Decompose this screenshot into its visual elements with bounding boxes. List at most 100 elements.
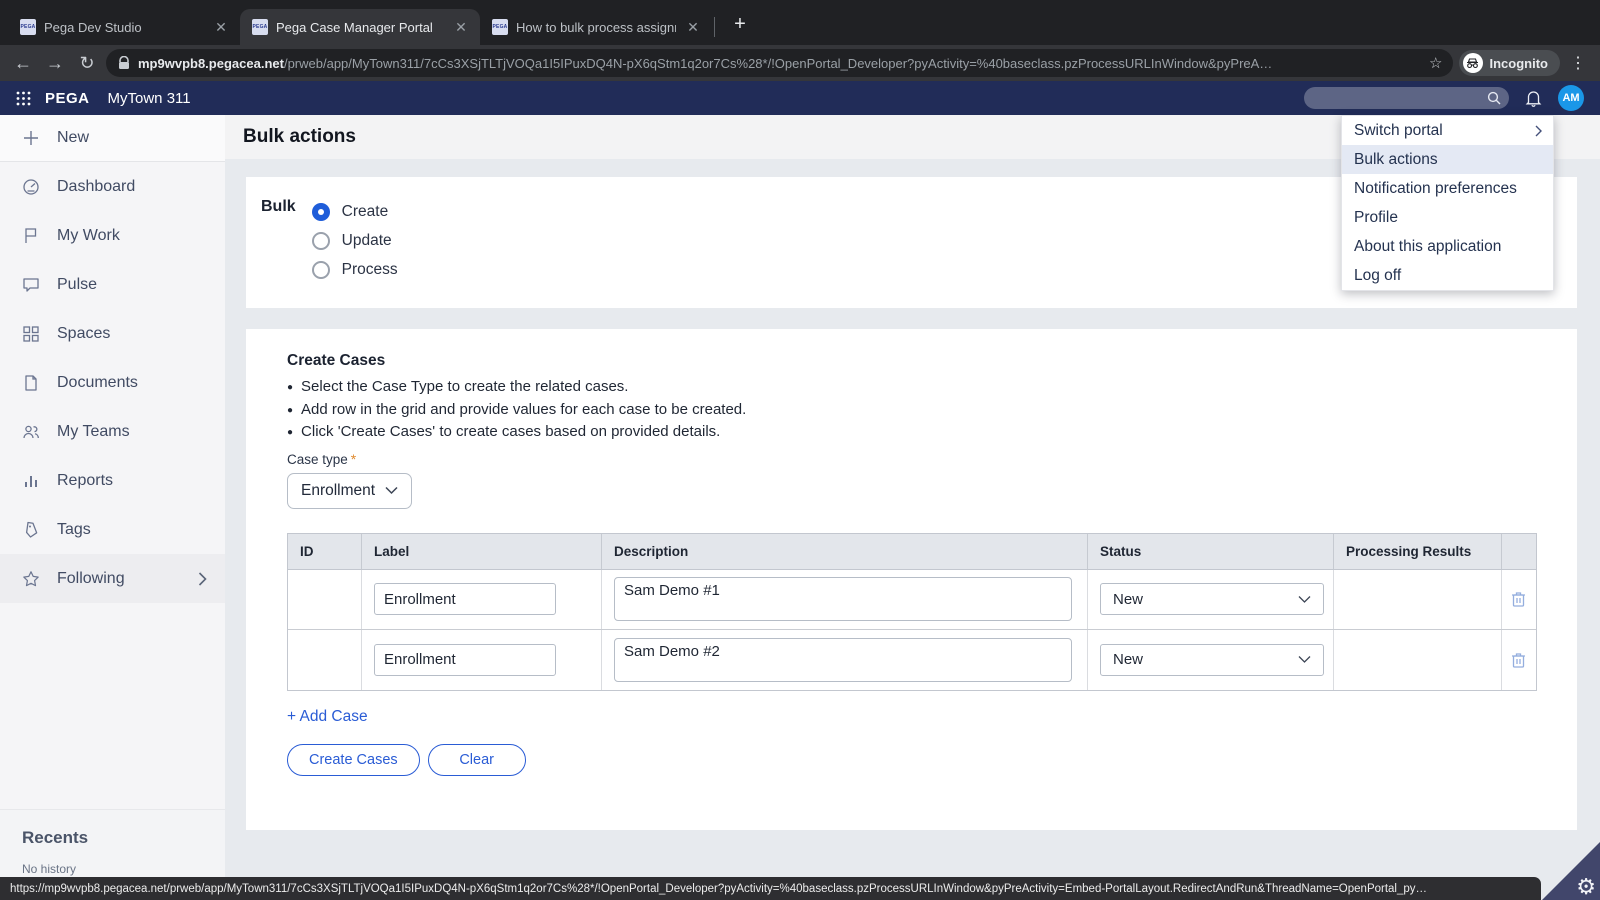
sidebar-item-dashboard[interactable]: Dashboard [0,162,225,211]
bookmark-star-icon[interactable]: ☆ [1429,54,1442,72]
url-domain: mp9wvpb8.pegacea.net [138,55,284,71]
description-textarea[interactable]: Sam Demo #1 [614,577,1072,621]
star-icon [22,570,40,588]
pega-favicon-icon: PEGA [252,19,268,35]
menu-item-label: About this application [1354,237,1502,255]
radio-option-process[interactable]: Process [311,255,398,284]
radio-unselected-icon[interactable] [311,231,330,250]
url-text: mp9wvpb8.pegacea.net/prweb/app/MyTown311… [138,56,1421,71]
radio-option-create[interactable]: Create [311,197,398,226]
sidebar-item-my-work[interactable]: My Work [0,211,225,260]
menu-item-profile[interactable]: Profile [1342,203,1553,232]
app-header: PEGA MyTown 311 AM [0,81,1600,115]
create-cases-card: Create Cases Select the Case Type to cre… [246,329,1577,830]
tab-separator [714,17,715,37]
app-launcher-icon[interactable] [16,91,31,106]
tab-close-icon[interactable]: ✕ [212,18,230,36]
document-icon [22,374,40,392]
lock-icon [118,56,130,70]
status-select[interactable]: New [1100,643,1324,676]
create-cases-button[interactable]: Create Cases [287,743,420,776]
search-icon [1487,91,1501,105]
sidebar-item-label: Spaces [57,324,111,342]
id-cell [288,569,362,629]
required-marker: * [350,450,357,467]
plus-icon [22,129,40,147]
sidebar-item-label: My Teams [57,422,130,440]
processing-results-cell [1334,569,1502,629]
recents-title: Recents [22,828,89,847]
chevron-right-icon [1535,125,1543,137]
sidebar-item-tags[interactable]: Tags [0,505,225,554]
gear-icon[interactable]: ⚙ [1576,874,1596,900]
column-header-processing-results: Processing Results [1334,533,1502,569]
address-bar[interactable]: mp9wvpb8.pegacea.net/prweb/app/MyTown311… [106,49,1453,77]
screen: PEGA Pega Dev Studio ✕ PEGA Pega Case Ma… [0,0,1600,900]
menu-item-notification-preferences[interactable]: Notification preferences [1342,174,1553,203]
recents-empty-text: No history [22,862,77,876]
column-header-actions [1502,534,1535,569]
forward-icon[interactable]: → [42,53,68,74]
sidebar-item-documents[interactable]: Documents [0,358,225,407]
tab-title: Pega Dev Studio [44,19,142,35]
case-type-dropdown[interactable]: Enrollment [287,472,413,509]
bar-chart-icon [22,472,40,490]
tab-title: How to bulk process assignme [516,19,676,35]
sidebar-item-my-teams[interactable]: My Teams [0,407,225,456]
chevron-down-icon [385,486,398,495]
menu-item-bulk-actions[interactable]: Bulk actions [1342,145,1553,174]
grid-icon [22,325,40,343]
notifications-bell-icon[interactable] [1525,89,1542,107]
instruction-item: Select the Case Type to create the relat… [287,376,1577,399]
pega-favicon-icon: PEGA [492,19,508,35]
sidebar-item-following[interactable]: Following [0,554,225,603]
menu-item-log-off[interactable]: Log off [1342,261,1553,290]
status-value: New [1113,590,1144,608]
sidebar-item-pulse[interactable]: Pulse [0,260,225,309]
sidebar-item-label: Dashboard [57,177,136,195]
label-input[interactable] [374,643,556,676]
header-search-input[interactable] [1304,87,1509,109]
column-header-status: Status [1088,533,1334,569]
instruction-item: Add row in the grid and provide values f… [287,399,1577,422]
clear-button[interactable]: Clear [427,743,526,776]
description-textarea[interactable]: Sam Demo #2 [614,637,1072,682]
reload-icon[interactable]: ↻ [74,53,100,74]
radio-unselected-icon[interactable] [311,260,330,279]
browser-status-bar: https://mp9wvpb8.pegacea.net/prweb/app/M… [0,877,1541,900]
back-icon[interactable]: ← [10,53,36,74]
tab-pega-dev-studio[interactable]: PEGA Pega Dev Studio ✕ [8,9,240,45]
sidebar-item-label: Pulse [57,275,98,293]
tab-case-manager-portal[interactable]: PEGA Pega Case Manager Portal ✕ [240,9,480,45]
radio-selected-icon[interactable] [311,202,330,221]
page-title: Bulk actions [243,126,356,147]
sidebar-item-spaces[interactable]: Spaces [0,309,225,358]
add-case-link[interactable]: + Add Case [287,708,368,726]
sidebar-item-reports[interactable]: Reports [0,456,225,505]
delete-row-icon[interactable] [1510,590,1527,608]
status-select[interactable]: New [1100,583,1324,615]
user-menu: Switch portal Bulk actions Notification … [1341,115,1554,291]
tab-title: Pega Case Manager Portal [276,19,433,35]
tab-close-icon[interactable]: ✕ [684,18,702,36]
sidebar-item-new[interactable]: New [0,115,225,162]
tab-close-icon[interactable]: ✕ [452,18,470,36]
table-row: Sam Demo #2 New [288,629,1536,690]
user-avatar[interactable]: AM [1558,85,1584,111]
column-header-description: Description [602,533,1088,569]
menu-item-switch-portal[interactable]: Switch portal [1342,116,1553,145]
browser-toolbar: ← → ↻ mp9wvpb8.pegacea.net/prweb/app/MyT… [0,45,1600,81]
menu-item-about-this-application[interactable]: About this application [1342,232,1553,261]
browser-menu-icon[interactable]: ⋮ [1566,53,1590,73]
column-header-label: Label [362,533,602,569]
radio-option-update[interactable]: Update [311,226,398,255]
radio-label: Create [341,202,389,220]
tab-how-to-bulk-process[interactable]: PEGA How to bulk process assignme ✕ [480,9,712,45]
create-cases-title: Create Cases [287,352,386,369]
pega-logo: PEGA [45,89,90,107]
label-input[interactable] [374,583,556,615]
bulk-radio-group: Create Update Process [311,197,398,284]
status-value: New [1113,651,1144,668]
delete-row-icon[interactable] [1510,651,1527,669]
new-tab-button[interactable]: + [727,11,753,37]
